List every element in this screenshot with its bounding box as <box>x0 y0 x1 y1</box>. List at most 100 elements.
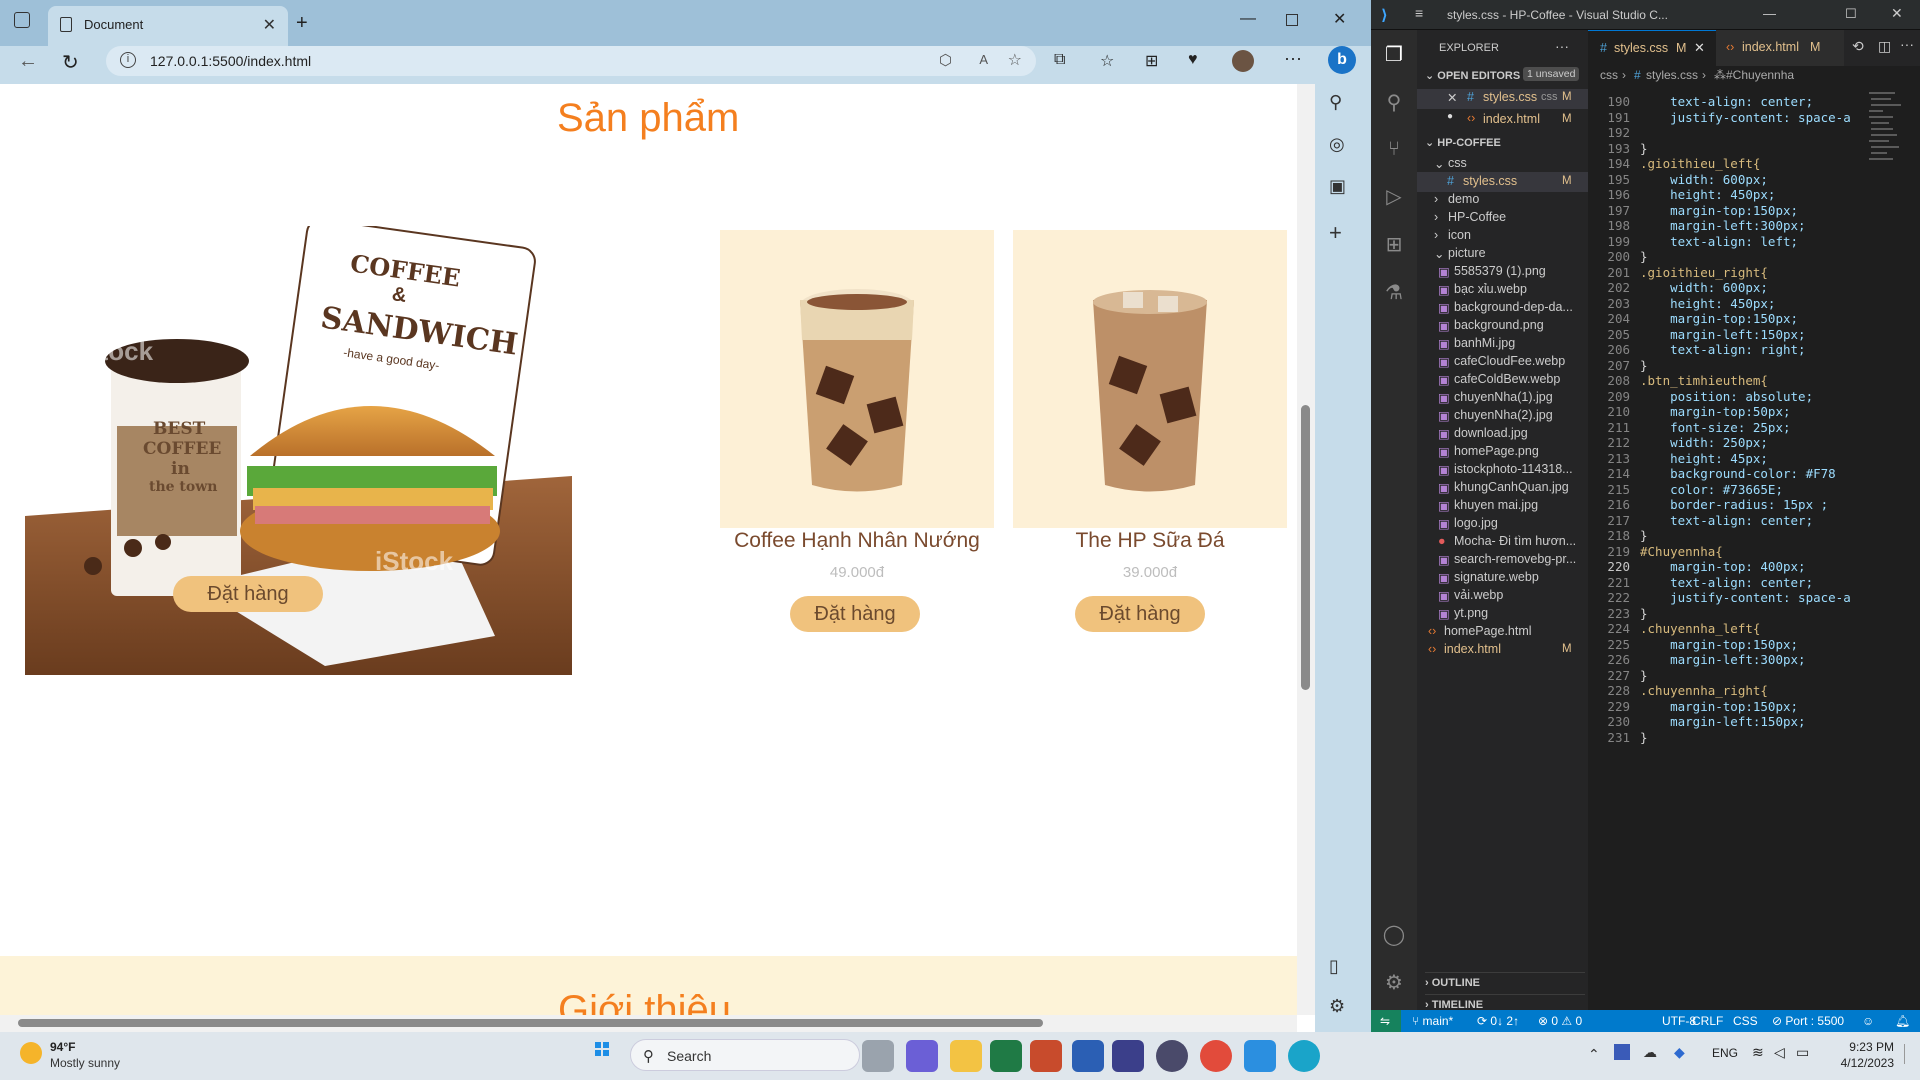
problems-status[interactable]: ⊗ 0 ⚠ 0 <box>1538 1014 1582 1028</box>
tree-item[interactable]: › demo <box>1417 190 1588 210</box>
tree-item[interactable]: ▣ banhMi.jpg <box>1417 334 1588 354</box>
address-bar[interactable]: i 127.0.0.1:5500/index.html ⬡ A ☆ <box>106 46 1036 76</box>
minimize-vscode-icon[interactable]: — <box>1763 6 1776 21</box>
browser-tab[interactable]: Document ✕ <box>48 6 288 46</box>
games-icon[interactable]: ◎ <box>1329 134 1345 155</box>
open-editor-close-icon[interactable]: ✕ <box>1447 90 1457 105</box>
tree-item[interactable]: ▣ istockphoto-114318... <box>1417 460 1588 480</box>
tree-item[interactable]: ‹› homePage.html <box>1417 622 1588 642</box>
timeline-header[interactable]: › TIMELINE <box>1425 994 1585 1011</box>
search-icon[interactable]: ⚲ <box>1329 92 1342 113</box>
edge-taskbar-icon[interactable] <box>1288 1040 1320 1072</box>
tracking-icon[interactable]: ⬡ <box>939 51 952 69</box>
tray-app-icon[interactable] <box>1614 1044 1630 1060</box>
open-editor-index[interactable]: index.html <box>1483 112 1540 126</box>
tree-item[interactable]: ▣ cafeCloudFee.webp <box>1417 352 1588 372</box>
profile-avatar[interactable] <box>1232 50 1254 72</box>
app-icon[interactable] <box>1156 1040 1188 1072</box>
unsaved-dot-icon[interactable]: ● <box>1447 111 1453 122</box>
tree-item[interactable]: ▣ search-removebg-pr... <box>1417 550 1588 570</box>
close-tab-icon[interactable]: ✕ <box>263 15 276 35</box>
settings-icon[interactable]: ⚙ <box>1329 996 1345 1017</box>
bing-icon[interactable]: b <box>1328 46 1356 74</box>
promo-order-button[interactable]: Đặt hàng <box>173 576 323 612</box>
tab-styles-css[interactable]: # styles.css M ✕ <box>1588 30 1716 66</box>
editor-more-icon[interactable]: ··· <box>1900 36 1914 52</box>
open-editor-styles[interactable]: styles.css <box>1483 90 1537 104</box>
tree-item[interactable]: ⌄ css <box>1417 154 1588 174</box>
health-icon[interactable]: ♥ <box>1188 51 1198 69</box>
volume-icon[interactable]: ◁ <box>1774 1044 1785 1061</box>
tree-item[interactable]: ▣ bạc xỉu.webp <box>1417 280 1588 300</box>
taskbar-search[interactable]: ⚲ Search <box>630 1039 860 1071</box>
wifi-icon[interactable]: ≋ <box>1752 1044 1764 1061</box>
tree-item[interactable]: ▣ 5585379 (1).png <box>1417 262 1588 282</box>
word-icon[interactable] <box>1072 1040 1104 1072</box>
compare-icon[interactable]: ⟲ <box>1852 38 1864 55</box>
tree-item[interactable]: ▣ homePage.png <box>1417 442 1588 462</box>
order-button-2[interactable]: Đặt hàng <box>1075 596 1205 632</box>
breadcrumb-symbol[interactable]: #Chuyennha <box>1726 68 1794 82</box>
close-vscode-icon[interactable]: ✕ <box>1891 5 1903 22</box>
tree-item[interactable]: › icon <box>1417 226 1588 246</box>
tab-index-html[interactable]: ‹› index.html M <box>1716 30 1844 66</box>
open-editors-header[interactable]: ⌄ OPEN EDITORS <box>1425 69 1520 82</box>
weather-sun-icon[interactable] <box>20 1042 42 1064</box>
collections-icon[interactable]: ⊞ <box>1145 51 1158 71</box>
tree-item[interactable]: ▣ download.jpg <box>1417 424 1588 444</box>
tree-item[interactable]: ⌄ picture <box>1417 244 1588 264</box>
vertical-scroll-thumb[interactable] <box>1301 405 1310 690</box>
outlook-icon[interactable]: ▣ <box>1329 176 1346 197</box>
devc-icon[interactable] <box>1112 1040 1144 1072</box>
tree-item[interactable]: ▣ vải.webp <box>1417 586 1588 606</box>
testing-icon[interactable]: ⚗ <box>1381 280 1407 306</box>
account-icon[interactable]: ◯ <box>1381 922 1407 948</box>
battery-icon[interactable]: ▭ <box>1796 1044 1809 1061</box>
clock-time[interactable]: 9:23 PM <box>1830 1040 1894 1054</box>
read-aloud-icon[interactable]: A <box>979 52 988 67</box>
file-explorer-icon[interactable] <box>950 1040 982 1072</box>
sync-status[interactable]: ⟳ 0↓ 2↑ <box>1477 1014 1519 1028</box>
clock-date[interactable]: 4/12/2023 <box>1820 1056 1894 1070</box>
tree-item[interactable]: ● Mocha- Đi tìm hươn... <box>1417 532 1588 552</box>
tree-item[interactable]: ‹› index.html M <box>1417 640 1588 660</box>
tab-close-icon[interactable]: ✕ <box>1694 40 1705 56</box>
windows-start-icon[interactable] <box>595 1042 609 1056</box>
tree-item[interactable]: ▣ chuyenNha(1).jpg <box>1417 388 1588 408</box>
horizontal-scroll-thumb[interactable] <box>18 1019 1043 1027</box>
branch-status[interactable]: ⑂ main* <box>1412 1014 1453 1028</box>
feedback-icon[interactable]: ☺ <box>1862 1014 1874 1028</box>
order-button-1[interactable]: Đặt hàng <box>790 596 920 632</box>
search-icon[interactable]: ⚲ <box>1381 90 1407 116</box>
weather-desc[interactable]: Mostly sunny <box>50 1056 120 1070</box>
tree-item[interactable]: ▣ background.png <box>1417 316 1588 336</box>
manage-gear-icon[interactable]: ⚙ <box>1381 970 1407 996</box>
task-view-icon[interactable] <box>862 1040 894 1072</box>
extensions-icon[interactable]: ⊞ <box>1381 232 1407 258</box>
info-icon[interactable]: i <box>120 52 136 68</box>
breadcrumb-folder[interactable]: css <box>1600 68 1618 82</box>
close-window-icon[interactable]: ✕ <box>1333 9 1346 29</box>
chrome-icon[interactable] <box>1200 1040 1232 1072</box>
more-icon[interactable]: ··· <box>1284 48 1302 69</box>
tree-item[interactable]: ▣ cafeColdBew.webp <box>1417 370 1588 390</box>
tree-item[interactable]: ▣ khuyen mai.jpg <box>1417 496 1588 516</box>
sidebar-toggle-icon[interactable]: ▯ <box>1329 956 1339 977</box>
outline-header[interactable]: › OUTLINE <box>1425 972 1585 989</box>
language-status[interactable]: CSS <box>1733 1014 1758 1028</box>
tab-actions-icon[interactable] <box>14 12 30 28</box>
show-desktop-button[interactable] <box>1904 1044 1910 1064</box>
explorer-more-icon[interactable]: ··· <box>1555 38 1569 54</box>
add-sidebar-icon[interactable]: + <box>1329 220 1342 246</box>
refresh-icon[interactable]: ↻ <box>62 50 79 75</box>
tree-item[interactable]: ▣ signature.webp <box>1417 568 1588 588</box>
tree-item[interactable]: ▣ yt.png <box>1417 604 1588 624</box>
tray-chevron-icon[interactable]: ⌃ <box>1588 1046 1600 1063</box>
favorites-icon[interactable]: ☆ <box>1100 51 1114 71</box>
back-icon[interactable]: ← <box>18 50 38 73</box>
encoding-status[interactable]: UTF-8 <box>1662 1014 1696 1028</box>
tree-item[interactable]: › HP-Coffee <box>1417 208 1588 228</box>
minimap[interactable] <box>1867 86 1909 1010</box>
vscode-taskbar-icon[interactable] <box>1244 1040 1276 1072</box>
extensions-icon[interactable]: ⧉ <box>1054 51 1065 69</box>
